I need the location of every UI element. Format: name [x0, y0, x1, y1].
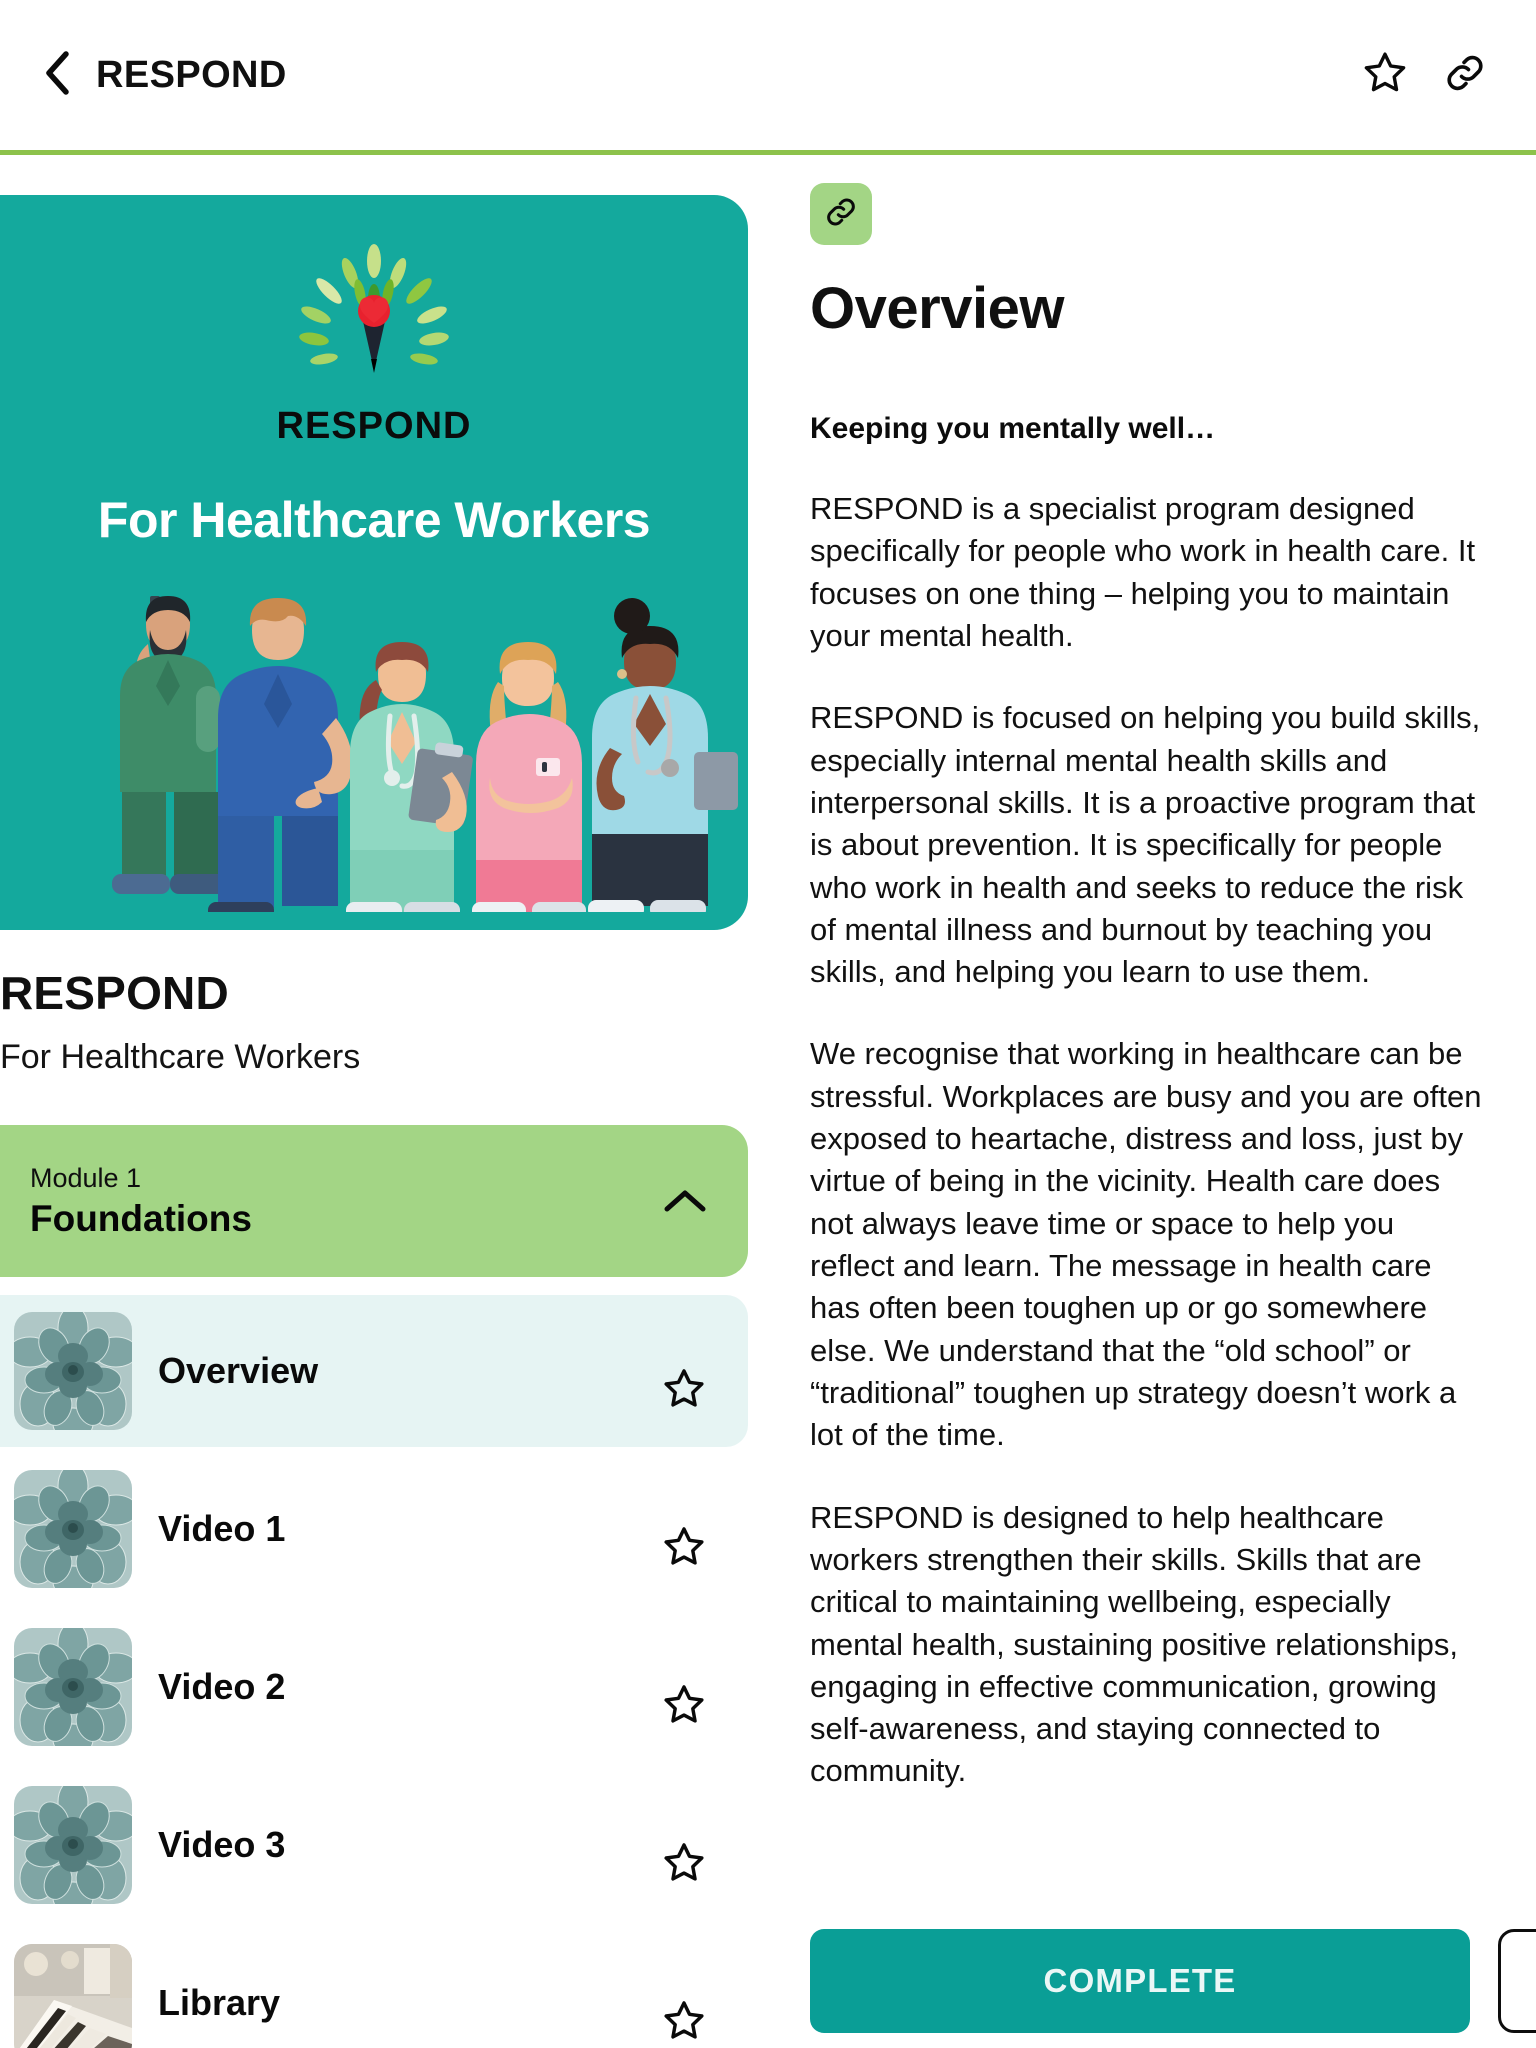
- star-outline-icon: [661, 1840, 707, 1891]
- lesson-label: Video 2: [158, 1666, 286, 1707]
- respond-logo-mark: [274, 243, 474, 403]
- course-subtitle: For Healthcare Workers: [0, 1038, 361, 1076]
- respond-logo: RESPOND: [0, 243, 748, 448]
- page-title: RESPOND: [96, 53, 287, 96]
- chevron-left-icon: [42, 50, 72, 101]
- lesson-paragraph: RESPOND is a specialist program designed…: [810, 491, 1476, 653]
- chevron-up-icon[interactable]: [658, 1174, 712, 1228]
- course-title: RESPOND: [0, 967, 229, 1019]
- lesson-paragraph: RESPOND is designed to help healthcare w…: [810, 1499, 1458, 1789]
- list-item[interactable]: Video 2: [0, 1611, 748, 1763]
- star-outline-icon: [661, 1524, 707, 1575]
- share-link-button[interactable]: [1434, 44, 1496, 106]
- course-hero-card: RESPOND For Healthcare Workers: [0, 195, 748, 930]
- course-card-tagline: For Healthcare Workers: [97, 492, 651, 548]
- lesson-body[interactable]: Keeping you mentally well… RESPOND is a …: [810, 412, 1486, 1847]
- favorite-button[interactable]: [1354, 44, 1416, 106]
- lesson-label: Video 1: [158, 1508, 286, 1549]
- open-book-photo-thumbnail: [14, 1944, 132, 2048]
- app-header: RESPOND: [0, 0, 1536, 155]
- lesson-paragraph: We recognise that working in healthcare …: [810, 1036, 1482, 1453]
- lesson-favorite-button[interactable]: [656, 1995, 712, 2048]
- star-outline-icon: [1361, 49, 1409, 102]
- lesson-favorite-button[interactable]: [656, 1363, 712, 1419]
- star-outline-icon: [661, 1366, 707, 1417]
- list-item[interactable]: Library: [0, 1927, 748, 2048]
- lesson-favorite-button[interactable]: [656, 1521, 712, 1577]
- module-accordion-texts: Module 1 Foundations: [30, 1163, 658, 1240]
- back-button[interactable]: [34, 50, 80, 101]
- lesson-action-bar: COMPLETE Next: [810, 1898, 1536, 2048]
- list-item[interactable]: Overview: [0, 1295, 748, 1447]
- link-icon: [823, 194, 859, 235]
- module-name: Foundations: [30, 1197, 252, 1239]
- lesson-label: Video 3: [158, 1824, 286, 1865]
- complete-button[interactable]: COMPLETE: [810, 1929, 1470, 2033]
- lesson-favorite-button[interactable]: [656, 1679, 712, 1735]
- healthcare-workers-illustration: [0, 582, 748, 920]
- star-outline-icon: [661, 1682, 707, 1733]
- course-hero-inner: RESPOND For Healthcare Workers: [0, 195, 748, 930]
- lesson-lead: Keeping you mentally well…: [810, 412, 1216, 445]
- lesson-label: Overview: [158, 1350, 319, 1391]
- lesson-link-badge[interactable]: [810, 183, 872, 245]
- lesson-title: Overview: [810, 276, 1064, 341]
- link-icon: [1442, 50, 1488, 101]
- succulent-photo-thumbnail: [14, 1628, 132, 1746]
- lesson-paragraph: RESPOND is focused on helping you build …: [810, 700, 1481, 990]
- module-accordion-header[interactable]: Module 1 Foundations: [0, 1125, 748, 1277]
- lesson-label: Library: [158, 1982, 281, 2023]
- lesson-list: Overview Video 1 Video 2 Video 3 Library: [0, 1295, 748, 2048]
- course-sidebar: RESPOND For Healthcare Workers RESPOND F…: [0, 155, 748, 2048]
- page-body: RESPOND For Healthcare Workers RESPOND F…: [0, 155, 1536, 2048]
- module-number: Module 1: [30, 1162, 142, 1193]
- succulent-photo-thumbnail: [14, 1312, 132, 1430]
- succulent-photo-thumbnail: [14, 1786, 132, 1904]
- next-button[interactable]: Next: [1498, 1929, 1536, 2033]
- star-outline-icon: [661, 1998, 707, 2048]
- lesson-favorite-button[interactable]: [656, 1837, 712, 1893]
- respond-logo-text: RESPOND: [276, 405, 472, 447]
- list-item[interactable]: Video 1: [0, 1453, 748, 1605]
- succulent-photo-thumbnail: [14, 1470, 132, 1588]
- list-item[interactable]: Video 3: [0, 1769, 748, 1921]
- lesson-content-panel: Overview Keeping you mentally well… RESP…: [748, 155, 1536, 2048]
